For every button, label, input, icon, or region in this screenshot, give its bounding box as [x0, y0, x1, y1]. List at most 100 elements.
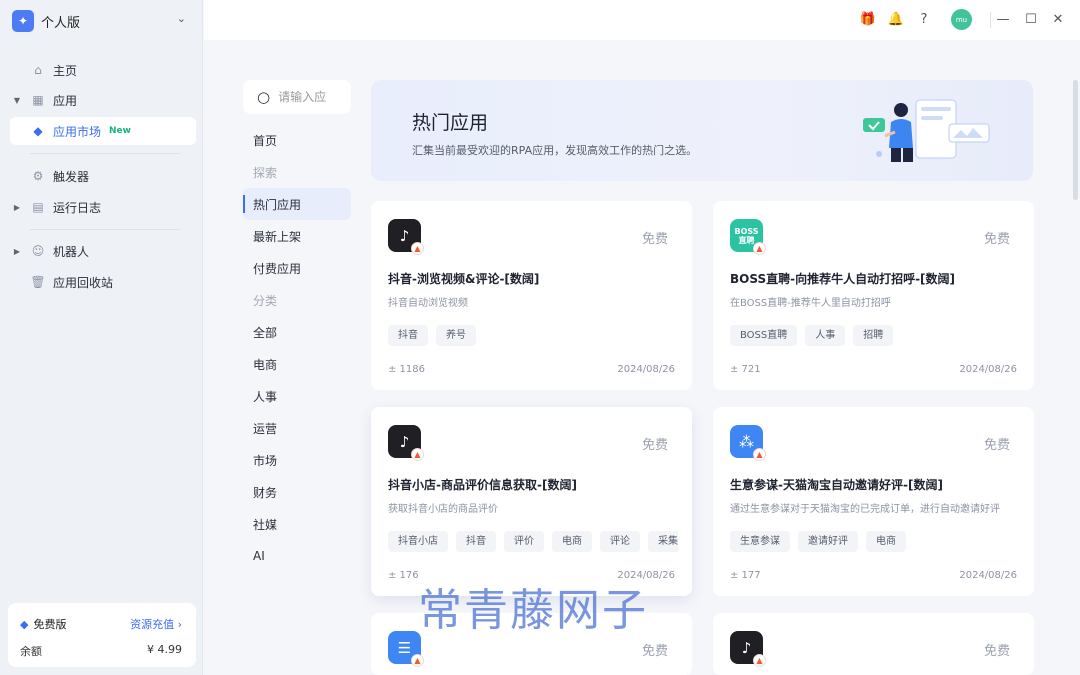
fire-icon: ▲ [753, 654, 766, 667]
tag-list: 生意参谋 邀请好评 电商 [730, 531, 906, 552]
search-box[interactable]: ○ [243, 80, 351, 114]
app-logo-icon: ✦ [12, 10, 34, 32]
close-icon[interactable]: ✕ [1049, 10, 1067, 28]
category-social[interactable]: 社媒 [243, 508, 351, 540]
market-icon: ◆ [33, 124, 43, 138]
price-label: 免费 [641, 644, 668, 659]
app-card[interactable]: ♪ ▲ 免费 抖音小店-商品评价信息获取-[数阔] 获取抖音小店的商品评价 抖音小… [371, 407, 692, 596]
sidebar-item-label: 主页 [53, 63, 78, 78]
fire-icon: ▲ [411, 242, 424, 255]
tiktok-icon: ♪ ▲ [388, 425, 424, 461]
tiktok-icon: ♪ ▲ [388, 219, 424, 255]
fire-icon: ▲ [753, 242, 766, 255]
category-hot-apps[interactable]: 热门应用 [243, 188, 351, 220]
price-label: 免费 [983, 438, 1010, 453]
search-input[interactable] [278, 90, 339, 104]
category-heading-classify: 分类 [253, 293, 278, 308]
sidebar-divider [30, 153, 180, 154]
category-marketing[interactable]: 市场 [243, 444, 351, 476]
sidebar: ✦ 个人版 ⌄ ⌂ 主页 ▼ ▦ 应用 ◆ 应用市场 New ⚙ 触发器 ▶ ▤… [0, 0, 203, 675]
category-all[interactable]: 全部 [243, 316, 351, 348]
category-home[interactable]: 首页 [243, 124, 351, 156]
minimize-icon[interactable]: — [994, 10, 1012, 28]
fire-icon: ▲ [753, 448, 766, 461]
gift-icon[interactable]: 🎁 [859, 10, 877, 28]
category-finance[interactable]: 财务 [243, 476, 351, 508]
app-title: 抖音-浏览视频&评论-[数阔] [388, 272, 540, 286]
tag[interactable]: 评论 [600, 531, 640, 552]
sidebar-item-app-market[interactable]: ◆ 应用市场 New [10, 117, 196, 145]
recharge-link[interactable]: 资源充值 › [130, 616, 182, 632]
scrollbar[interactable] [1073, 80, 1078, 200]
app-title: 生意参谋-天猫淘宝自动邀请好评-[数阔] [730, 478, 943, 492]
chevron-down-icon: ⌄ [176, 12, 186, 25]
tag[interactable]: 电商 [866, 531, 906, 552]
category-paid[interactable]: 付费应用 [243, 252, 351, 284]
hero-title: 热门应用 [412, 112, 489, 134]
shengyi-icon: ⁂ ▲ [730, 425, 766, 461]
tag[interactable]: 抖音 [456, 531, 496, 552]
workspace-switcher[interactable]: ✦ 个人版 ⌄ [12, 9, 192, 33]
balance-value: ¥ 4.99 [147, 643, 182, 656]
tag-list: 抖音 养号 [388, 325, 476, 346]
tag[interactable]: BOSS直聘 [730, 325, 798, 346]
tag[interactable]: 抖音小店 [388, 531, 448, 552]
download-count: ± 721 [730, 364, 761, 375]
tag[interactable]: 养号 [436, 325, 476, 346]
tag[interactable]: 采集 [648, 531, 678, 552]
tag[interactable]: 生意参谋 [730, 531, 790, 552]
app-card[interactable]: ⁂ ▲ 免费 生意参谋-天猫淘宝自动邀请好评-[数阔] 通过生意参谋对于天猫淘宝的… [713, 407, 1034, 596]
tag[interactable]: 电商 [552, 531, 592, 552]
caret-down-icon: ▼ [13, 95, 21, 105]
trigger-icon: ⚙ [32, 169, 44, 183]
titlebar-divider [990, 12, 991, 28]
fire-icon: ▲ [411, 448, 424, 461]
sidebar-item-label: 触发器 [53, 169, 90, 184]
price-label: 免费 [641, 232, 668, 247]
category-operations[interactable]: 运营 [243, 412, 351, 444]
diamond-icon: ◆ [20, 617, 29, 631]
sidebar-item-home[interactable]: ⌂ 主页 [10, 56, 196, 84]
tag[interactable]: 招聘 [853, 325, 894, 346]
app-card[interactable]: ♪ ▲ 免费 [713, 613, 1034, 675]
price-label: 免费 [983, 232, 1010, 247]
watermark-text: 常青藤网子 [418, 585, 648, 636]
category-ecommerce[interactable]: 电商 [243, 348, 351, 380]
balance-label: 余额 [20, 645, 42, 658]
app-title: 抖音小店-商品评价信息获取-[数阔] [388, 478, 577, 492]
bell-icon[interactable]: 🔔 [887, 10, 905, 28]
tag[interactable]: 抖音 [388, 325, 428, 346]
app-card[interactable]: BOSS 直聘 ▲ 免费 BOSS直聘-向推荐牛人自动打招呼-[数阔] 在BOSS直… [713, 201, 1034, 390]
sidebar-item-run-logs[interactable]: ▶ ▤ 运行日志 [10, 193, 196, 221]
workspace-name: 个人版 [41, 15, 81, 31]
sidebar-divider [30, 229, 180, 230]
tiktok-icon: ♪ ▲ [730, 631, 766, 667]
app-description: 获取抖音小店的商品评价 [388, 504, 498, 515]
sidebar-item-triggers[interactable]: ⚙ 触发器 [10, 162, 196, 190]
category-new[interactable]: 最新上架 [243, 220, 351, 252]
new-badge: New [109, 126, 131, 136]
maximize-icon[interactable]: ☐ [1022, 10, 1040, 28]
sidebar-item-recycle-bin[interactable]: 🗑 应用回收站 [10, 268, 196, 296]
fire-icon: ▲ [411, 654, 424, 667]
sidebar-item-robots[interactable]: ▶ ☺ 机器人 [10, 237, 196, 265]
tag[interactable]: 邀请好评 [798, 531, 858, 552]
caret-right-icon: ▶ [13, 246, 21, 256]
category-hr[interactable]: 人事 [243, 380, 351, 412]
app-card[interactable]: ♪ ▲ 免费 抖音-浏览视频&评论-[数阔] 抖音自动浏览视频 抖音 养号 ± 1… [371, 201, 692, 390]
sidebar-item-label: 应用 [53, 93, 78, 108]
help-icon[interactable]: ? [915, 10, 933, 28]
tag[interactable]: 评价 [504, 531, 544, 552]
caret-right-icon: ▶ [13, 202, 21, 212]
plan-name: 免费版 [33, 618, 67, 631]
category-heading-explore: 探索 [253, 165, 278, 180]
app-description: 抖音自动浏览视频 [388, 298, 468, 309]
download-count: ± 177 [730, 570, 761, 581]
app-description: 在BOSS直聘-推荐牛人里自动打招呼 [730, 298, 891, 309]
category-ai[interactable]: AI [243, 540, 351, 572]
tag[interactable]: 人事 [805, 325, 846, 346]
avatar[interactable]: mu [951, 9, 972, 30]
sidebar-item-apps[interactable]: ▼ ▦ 应用 [10, 86, 196, 114]
wallet-panel: ◆ 免费版 资源充值 › 余额 ¥ 4.99 [8, 603, 196, 667]
sidebar-item-label: 机器人 [53, 244, 90, 259]
